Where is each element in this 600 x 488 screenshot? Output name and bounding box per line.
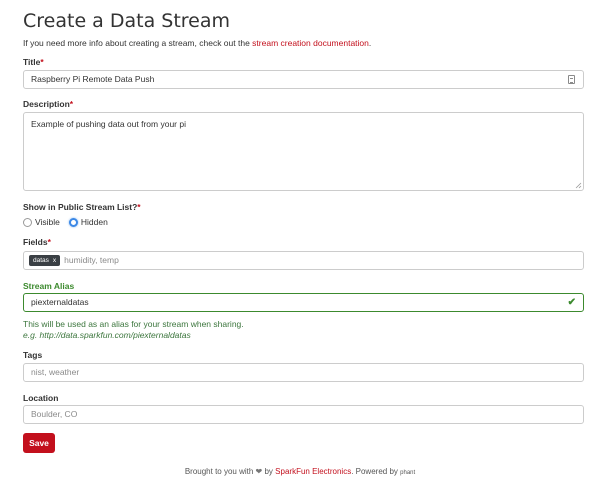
page-title: Create a Data Stream bbox=[23, 10, 231, 32]
radio-visible[interactable] bbox=[23, 217, 32, 227]
sparkfun-link[interactable]: SparkFun Electronics bbox=[275, 467, 351, 476]
radio-hidden-label[interactable]: Hidden bbox=[81, 217, 108, 227]
remove-tag-icon[interactable]: x bbox=[53, 257, 56, 264]
valid-check-icon: ✔ bbox=[567, 297, 576, 308]
visibility-label: Show in Public Stream List?* bbox=[23, 202, 141, 212]
visibility-radio-group: Visible Hidden bbox=[23, 217, 117, 227]
tags-input[interactable]: nist, weather bbox=[23, 363, 584, 382]
field-tag-chip: datas x bbox=[29, 255, 61, 266]
radio-visible-label[interactable]: Visible bbox=[35, 217, 60, 227]
title-input[interactable]: Raspberry Pi Remote Data Push bbox=[23, 70, 584, 89]
documentation-link[interactable]: stream creation documentation bbox=[252, 38, 369, 48]
heart-icon: ❤ bbox=[255, 467, 263, 476]
alias-help-text: This will be used as an alias for your s… bbox=[23, 319, 244, 329]
autofill-icon[interactable] bbox=[568, 75, 575, 84]
phant-logo-link[interactable]: phant bbox=[400, 470, 415, 476]
resize-handle-icon[interactable] bbox=[575, 182, 582, 189]
fields-label: Fields* bbox=[23, 237, 51, 247]
title-label: Title* bbox=[23, 57, 44, 67]
tags-label: Tags bbox=[23, 350, 43, 360]
location-label: Location bbox=[23, 393, 59, 403]
description-textarea[interactable]: Example of pushing data out from your pi bbox=[23, 112, 584, 191]
description-label: Description* bbox=[23, 99, 74, 109]
alias-example-text: e.g. http://data.sparkfun.com/piexternal… bbox=[23, 330, 191, 340]
location-input[interactable]: Boulder, CO bbox=[23, 405, 584, 424]
intro-text: If you need more info about creating a s… bbox=[23, 38, 372, 48]
radio-hidden[interactable] bbox=[68, 217, 78, 227]
fields-input[interactable]: datas x humidity, temp bbox=[23, 251, 584, 270]
stream-alias-label: Stream Alias bbox=[23, 281, 75, 291]
save-button[interactable]: Save bbox=[23, 433, 55, 453]
stream-alias-input[interactable]: piexternaldatas ✔ bbox=[23, 293, 584, 312]
footer: Brought to you with ❤ by SparkFun Electr… bbox=[184, 467, 416, 476]
